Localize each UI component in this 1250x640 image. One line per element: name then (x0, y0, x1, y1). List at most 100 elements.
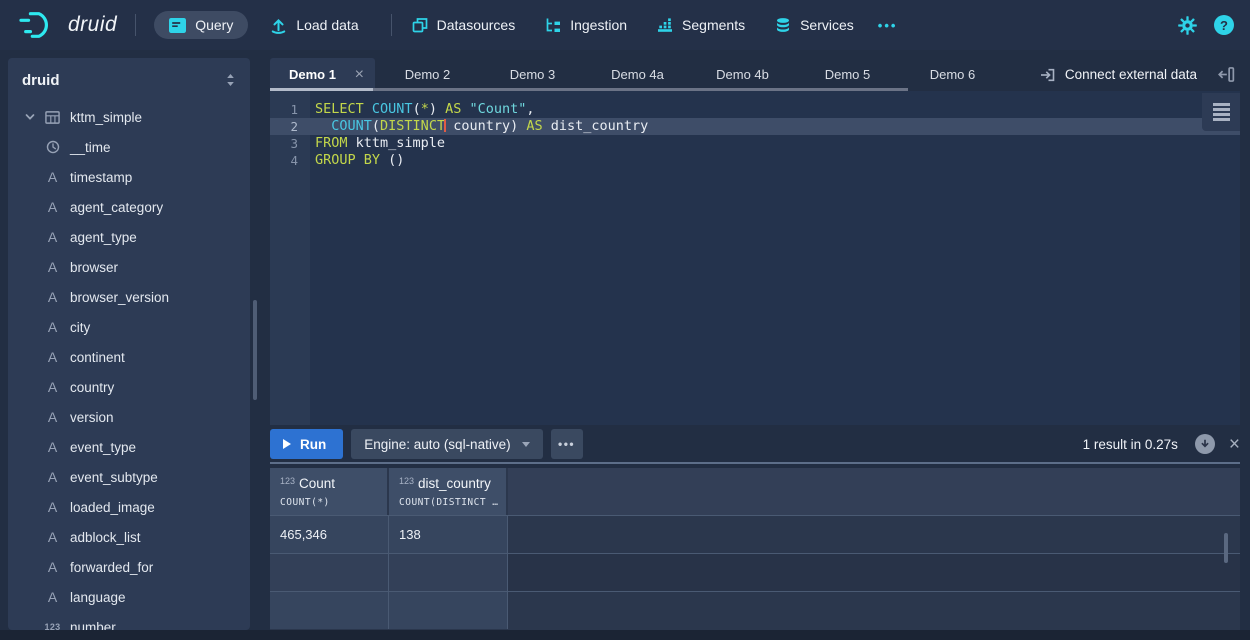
string-icon: A (44, 499, 61, 515)
main-nav: Query Load data Datasources Ingestion Segmen… (154, 11, 884, 39)
column-label: browser (70, 260, 118, 275)
editor-menu-button[interactable] (1202, 93, 1240, 131)
sidebar-item-loaded-image[interactable]: Aloaded_image (8, 492, 250, 522)
sidebar-item-country[interactable]: Acountry (8, 372, 250, 402)
tab-demo-3[interactable]: Demo 3 (480, 58, 585, 91)
gear-icon[interactable] (1178, 16, 1197, 35)
tab-demo-6[interactable]: Demo 6 (900, 58, 1005, 91)
column-header-count[interactable]: 123CountCOUNT(*) (270, 468, 389, 515)
sidebar-item-browser-version[interactable]: Abrowser_version (8, 282, 250, 312)
sidebar-item-continent[interactable]: Acontinent (8, 342, 250, 372)
column-label: event_type (70, 440, 136, 455)
tab-demo-4b[interactable]: Demo 4b (690, 58, 795, 91)
table-row: 465,346138 (270, 515, 1240, 553)
nav-item-segments[interactable]: Segments (657, 17, 745, 33)
sidebar-item--time[interactable]: __time (8, 132, 250, 162)
sidebar-item-version[interactable]: Aversion (8, 402, 250, 432)
column-label: number (70, 620, 116, 631)
string-icon: A (44, 319, 61, 335)
sidebar-item-city[interactable]: Acity (8, 312, 250, 342)
column-label: __time (70, 140, 111, 155)
table-cell[interactable] (270, 554, 389, 591)
brand-name: druid (68, 13, 117, 37)
run-button[interactable]: Run (270, 429, 343, 459)
nav-item-services[interactable]: Services (775, 17, 854, 34)
column-label: forwarded_for (70, 560, 153, 575)
run-label: Run (300, 437, 326, 452)
results-body: 465,346138 (270, 515, 1240, 629)
line-number: 3 (270, 135, 310, 152)
tab-demo-2[interactable]: Demo 2 (375, 58, 480, 91)
tab-demo-1[interactable]: Demo 1× (270, 58, 375, 91)
string-icon: A (44, 469, 61, 485)
nav-item-ingestion[interactable]: Ingestion (545, 17, 627, 33)
nav-item-label: Datasources (437, 17, 516, 33)
code-line: SELECT COUNT(*) AS "Count", (315, 101, 648, 118)
tab-label: Demo 4a (611, 67, 664, 82)
results-scrollbar[interactable] (1224, 533, 1228, 563)
tab-close-icon[interactable]: × (355, 67, 364, 83)
tab-label: Demo 3 (510, 67, 556, 82)
column-label: event_subtype (70, 470, 158, 485)
druid-home-link[interactable]: druid (16, 9, 117, 41)
numeric-type-icon: 123 (280, 476, 295, 486)
table-row (270, 591, 1240, 629)
sidebar-item-language[interactable]: Alanguage (8, 582, 250, 612)
download-results-icon[interactable] (1195, 434, 1215, 454)
tab-demo-4a[interactable]: Demo 4a (585, 58, 690, 91)
tab-demo-5[interactable]: Demo 5 (795, 58, 900, 91)
nav-item-query[interactable]: Query (154, 11, 248, 39)
engine-select-button[interactable]: Engine: auto (sql-native) (351, 429, 542, 459)
table-cell[interactable]: 465,346 (270, 516, 389, 553)
nav-item-label: Ingestion (570, 17, 627, 33)
tab-label: Demo 5 (825, 67, 871, 82)
sidebar-item-event-type[interactable]: Aevent_type (8, 432, 250, 462)
sidebar-item-event-subtype[interactable]: Aevent_subtype (8, 462, 250, 492)
close-results-icon[interactable]: × (1229, 435, 1240, 454)
table-row (270, 553, 1240, 591)
sql-code[interactable]: SELECT COUNT(*) AS "Count", COUNT(DISTIN… (315, 101, 648, 169)
panel-toggle-icon[interactable] (1217, 58, 1240, 91)
sidebar-item-number[interactable]: 123number (8, 612, 250, 630)
string-icon: A (44, 529, 61, 545)
column-label: adblock_list (70, 530, 141, 545)
sidebar-item-timestamp[interactable]: Atimestamp (8, 162, 250, 192)
sidebar-item-browser[interactable]: Abrowser (8, 252, 250, 282)
sidebar-item-forwarded-for[interactable]: Aforwarded_for (8, 552, 250, 582)
string-icon: A (44, 229, 61, 245)
column-label: country (70, 380, 114, 395)
sql-editor[interactable]: 1234 SELECT COUNT(*) AS "Count", COUNT(D… (270, 91, 1240, 425)
column-label: kttm_simple (70, 110, 142, 125)
sidebar-item-adblock-list[interactable]: Aadblock_list (8, 522, 250, 552)
sidebar-item-kttm-simple[interactable]: kttm_simple (8, 102, 250, 132)
table-cell[interactable] (389, 554, 508, 591)
table-cell[interactable] (389, 592, 508, 629)
sidebar-item-agent-type[interactable]: Aagent_type (8, 222, 250, 252)
nav-divider (135, 14, 136, 36)
numeric-type-icon: 123 (399, 476, 414, 486)
more-options-button[interactable]: ••• (551, 429, 583, 459)
table-cell[interactable]: 138 (389, 516, 508, 553)
connect-external-data-button[interactable]: Connect external data (1040, 58, 1217, 91)
table-cell[interactable] (270, 592, 389, 629)
nav-item-datasources[interactable]: Datasources (412, 17, 516, 33)
code-line: GROUP BY () (315, 152, 648, 169)
sidebar-item-agent-category[interactable]: Aagent_category (8, 192, 250, 222)
top-navbar: druid Query Load data Datasources Ingestion… (0, 0, 1250, 50)
nav-more-button[interactable]: ••• (878, 18, 898, 33)
nav-item-load-data[interactable]: Load data (270, 17, 358, 34)
column-label: agent_type (70, 230, 137, 245)
row-filler (508, 554, 1240, 591)
chevron-down-icon[interactable] (22, 112, 38, 122)
nav-right-icons: ? (1178, 15, 1234, 35)
import-data-icon (1040, 67, 1056, 83)
schema-selector[interactable]: druid (8, 58, 250, 102)
column-label: version (70, 410, 114, 425)
results-divider (270, 462, 1240, 464)
tab-scrollbar-thumb[interactable] (270, 88, 373, 91)
double-caret-icon (225, 73, 236, 87)
help-icon[interactable]: ? (1214, 15, 1234, 35)
nav-item-label: Services (800, 17, 854, 33)
column-header-dist-country[interactable]: 123dist_countryCOUNT(DISTINCT … (389, 468, 508, 515)
sidebar-scrollbar[interactable] (253, 300, 257, 400)
